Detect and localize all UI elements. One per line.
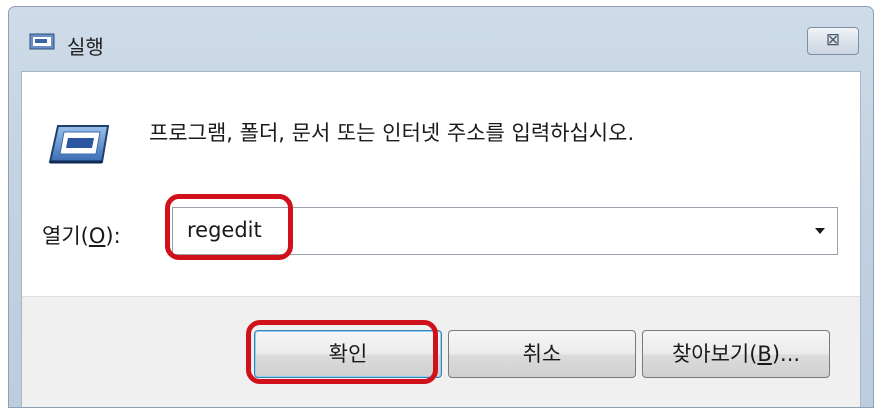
browse-button[interactable]: 찾아보기(B)... (642, 330, 830, 378)
input-area: 프로그램, 폴더, 문서 또는 인터넷 주소를 입력하십시오. 열기(O): r… (22, 72, 860, 296)
open-combobox[interactable]: regedit (172, 207, 838, 255)
title-bar[interactable]: 실행 ⊠ (9, 7, 873, 71)
dropdown-button[interactable] (803, 208, 837, 254)
chevron-down-icon (815, 228, 825, 234)
run-icon (29, 33, 55, 50)
run-program-icon (48, 125, 110, 164)
run-dialog: 실행 ⊠ 프로그램, 폴더, 문서 또는 인터넷 주소를 입력하십시오. 열기(… (8, 6, 874, 408)
instruction-text: 프로그램, 폴더, 문서 또는 인터넷 주소를 입력하십시오. (149, 121, 635, 145)
dialog-content: 프로그램, 폴더, 문서 또는 인터넷 주소를 입력하십시오. 열기(O): r… (21, 71, 861, 407)
ok-button[interactable]: 확인 (254, 330, 442, 378)
open-input[interactable]: regedit (187, 218, 262, 242)
close-button[interactable]: ⊠ (807, 27, 859, 55)
close-icon: ⊠ (825, 30, 841, 50)
cancel-button[interactable]: 취소 (448, 330, 636, 378)
window-title: 실행 (67, 35, 104, 59)
open-label: 열기(O): (42, 224, 121, 248)
